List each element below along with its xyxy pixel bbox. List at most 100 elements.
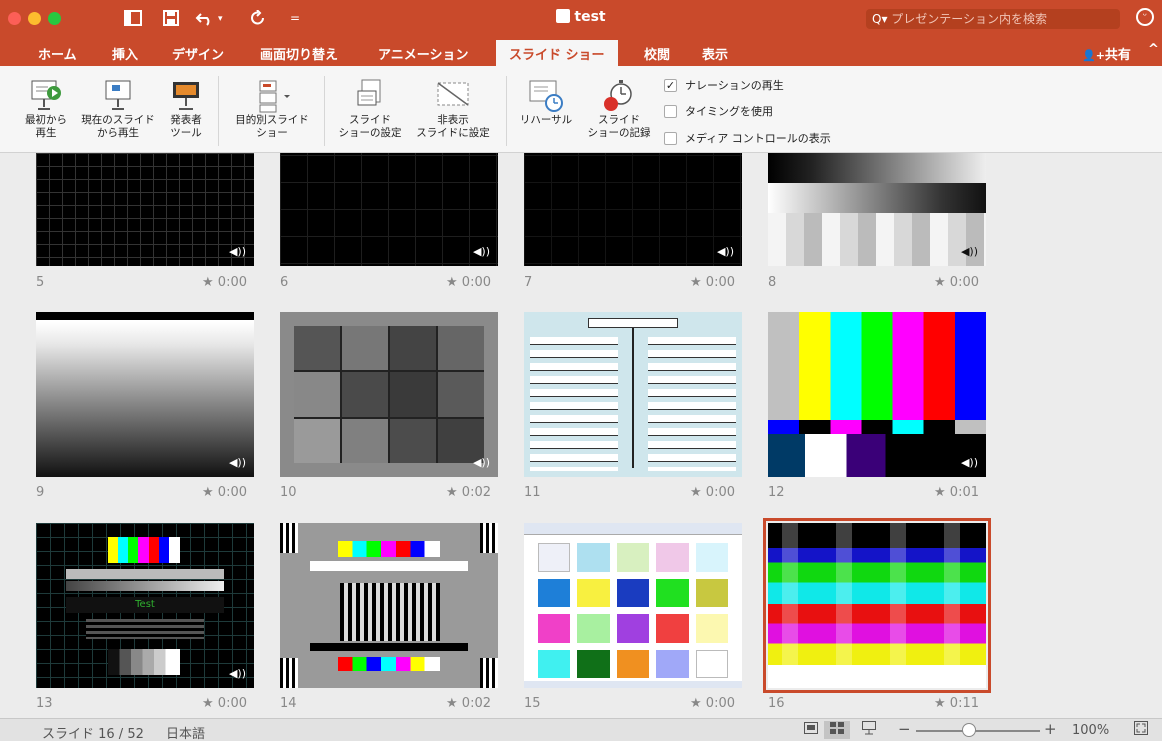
transition-star-icon: ★ [934, 485, 946, 500]
color-bars [768, 312, 986, 420]
zoom-level[interactable]: 100% [1072, 723, 1109, 738]
status-bar: スライド 16 / 52 日本語 − + 100% [0, 718, 1162, 741]
slide-timing: ★ 0:00 [690, 485, 735, 500]
record-show-button[interactable]: スライド ショーの記録 [582, 78, 656, 140]
slide-timing: ★ 0:01 [934, 485, 979, 500]
slide-number: 15 [524, 696, 541, 711]
collapse-ribbon-icon[interactable]: ^ [1148, 42, 1159, 57]
corner-pattern [280, 658, 298, 688]
custom-show-button[interactable]: 目的別スライド ショー [228, 78, 316, 140]
slide-thumbnail[interactable]: ◀)) [768, 153, 986, 266]
hide-slide-button[interactable]: 非表示 スライドに設定 [408, 78, 498, 140]
grayscale-bar [768, 183, 986, 213]
slide-thumbnail[interactable] [524, 312, 742, 477]
play-from-current-icon [98, 78, 138, 114]
zoom-in-button[interactable]: + [1044, 720, 1057, 738]
slide-number: 10 [280, 485, 297, 500]
setup-show-button[interactable]: スライド ショーの設定 [334, 78, 406, 140]
slide-thumbnail[interactable]: ◀)) [280, 312, 498, 477]
tab-review[interactable]: 校閲 [644, 44, 670, 63]
slide-number: 9 [36, 485, 45, 500]
grayscale-bar [768, 213, 986, 266]
rehearse-timings-button[interactable]: リハーサル [512, 78, 580, 127]
tab-view[interactable]: 表示 [702, 44, 728, 63]
search-icon: Q▾ [872, 12, 888, 26]
checkbox-checked: ✓ [664, 78, 677, 92]
gray-steps [108, 649, 180, 675]
search-box[interactable]: Q▾ プレゼンテーション内を検索 [866, 9, 1120, 29]
audio-icon: ◀)) [228, 456, 246, 469]
tab-home[interactable]: ホーム [38, 44, 77, 63]
transition-star-icon: ★ [202, 485, 214, 500]
share-icon: 👤+ [1082, 49, 1105, 62]
play-narrations-checkbox[interactable]: ✓ ナレーションの再生 [664, 77, 784, 93]
fit-to-window-icon [1134, 721, 1148, 735]
transition-star-icon: ★ [690, 485, 702, 500]
slide-timing: ★ 0:00 [202, 485, 247, 500]
tab-design[interactable]: デザイン [172, 44, 224, 63]
slide-thumbnail-selected[interactable] [768, 523, 986, 688]
slide-sorter-grid: ◀)) 5 ★ 0:00 ◀)) 6 ★ 0:00 ◀)) 7 ★ 0:00 ◀… [0, 153, 1162, 718]
zoom-out-button[interactable]: − [898, 720, 911, 738]
share-button[interactable]: 👤+共有 [1082, 44, 1131, 63]
use-timings-checkbox[interactable]: タイミングを使用 [664, 103, 773, 119]
slide-thumbnail[interactable] [524, 523, 742, 688]
resolution-lines [86, 619, 204, 639]
title-bar: ▾ = test Q▾ プレゼンテーション内を検索 ᵕ [0, 0, 1162, 36]
slide-number: 8 [768, 275, 777, 290]
normal-view-button[interactable] [798, 721, 824, 739]
slide-number: 7 [524, 275, 533, 290]
transition-star-icon: ★ [446, 485, 458, 500]
play-from-start-button[interactable]: 最初から 再生 [18, 78, 74, 140]
fit-to-window-button[interactable] [1128, 721, 1154, 739]
zoom-slider-track[interactable] [916, 730, 1040, 732]
gray-bar [66, 569, 224, 579]
transition-star-icon: ★ [934, 696, 946, 711]
slide-number: 16 [768, 696, 785, 711]
slide-timing: ★ 0:00 [202, 275, 247, 290]
reading-view-button[interactable] [856, 721, 882, 739]
color-text-table [768, 523, 986, 688]
record-show-icon [599, 78, 639, 114]
language-indicator[interactable]: 日本語 [166, 723, 205, 741]
diagram-right-boxes [648, 334, 736, 471]
tab-animations[interactable]: アニメーション [378, 44, 468, 63]
white-bar [310, 561, 468, 571]
corner-pattern [280, 523, 298, 553]
slide-thumbnail[interactable]: ◀)) [280, 153, 498, 266]
setup-show-icon [350, 78, 390, 114]
slide-thumbnail[interactable]: Test ◀)) [36, 523, 254, 688]
embedded-screenshot-statusbar [524, 681, 742, 688]
ribbon-separator [506, 76, 507, 146]
slide-thumbnail[interactable]: ◀)) [768, 312, 986, 477]
slide-counter: スライド 16 / 52 [42, 727, 144, 741]
slide-number: 11 [524, 485, 541, 500]
show-media-controls-checkbox[interactable]: メディア コントロールの表示 [664, 130, 831, 146]
slide-thumbnail[interactable]: ◀)) [36, 312, 254, 477]
zoom-slider-handle[interactable] [962, 723, 976, 737]
diagram-axis [632, 328, 634, 468]
slide-sorter-view-icon [830, 722, 844, 734]
slide-thumbnail[interactable] [280, 523, 498, 688]
play-from-start-icon [26, 78, 66, 114]
slide-thumbnail[interactable]: ◀)) [524, 153, 742, 266]
tab-transitions[interactable]: 画面切り替え [260, 44, 338, 63]
color-bars [108, 537, 180, 563]
audio-icon: ◀)) [472, 456, 490, 469]
embedded-screenshot-toolbar [524, 523, 742, 535]
gray-bar [66, 581, 224, 591]
slide-timing: ★ 0:00 [690, 696, 735, 711]
slide-thumbnail[interactable]: ◀)) [36, 153, 254, 266]
slide-sorter-view-button[interactable] [824, 721, 850, 739]
audio-icon: ◀)) [228, 667, 246, 680]
transition-star-icon: ★ [446, 275, 458, 290]
slide-timing: ★ 0:00 [202, 696, 247, 711]
color-bars-mid [768, 420, 986, 434]
tab-slideshow[interactable]: スライド ショー [496, 40, 618, 66]
play-from-current-button[interactable]: 現在のスライド から再生 [76, 78, 160, 140]
smiley-feedback-icon[interactable]: ᵕ [1136, 8, 1154, 26]
presenter-view-button[interactable]: 発表者 ツール [160, 78, 212, 140]
slide-timing: ★ 0:02 [446, 696, 491, 711]
color-swatch-grid [538, 543, 728, 678]
tab-insert[interactable]: 挿入 [112, 44, 138, 63]
